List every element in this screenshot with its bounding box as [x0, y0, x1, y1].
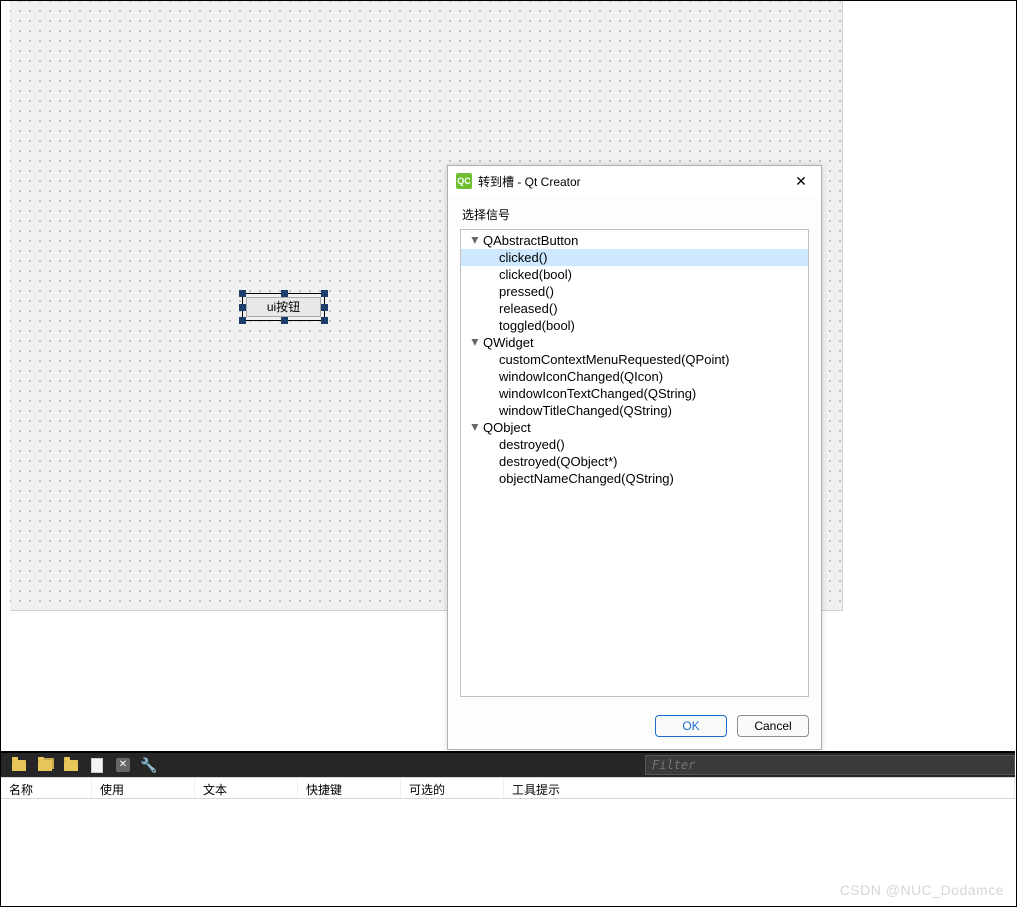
- go-to-slot-dialog: QC 转到槽 - Qt Creator ✕ 选择信号 ▶QAbstractBut…: [447, 165, 822, 750]
- wrench-icon[interactable]: 🔧: [141, 757, 157, 773]
- tree-signal[interactable]: windowTitleChanged(QString): [461, 402, 808, 419]
- tree-signal[interactable]: windowIconTextChanged(QString): [461, 385, 808, 402]
- tree-signal[interactable]: windowIconChanged(QIcon): [461, 368, 808, 385]
- tree-class-label: QAbstractButton: [483, 233, 578, 248]
- tree-class-label: QObject: [483, 420, 531, 435]
- column-header-cell[interactable]: 快捷键: [298, 778, 401, 798]
- select-signal-label: 选择信号: [462, 206, 809, 223]
- dialog-title: 转到槽 - Qt Creator: [478, 173, 787, 190]
- cancel-button[interactable]: Cancel: [737, 715, 809, 737]
- document-icon[interactable]: [89, 757, 105, 773]
- chevron-down-icon: ▶: [470, 235, 481, 247]
- folder-icon[interactable]: [63, 757, 79, 773]
- filter-field[interactable]: [645, 755, 1015, 775]
- tree-signal[interactable]: objectNameChanged(QString): [461, 470, 808, 487]
- tree-class[interactable]: ▶QObject: [461, 419, 808, 436]
- action-columns: 名称使用文本快捷键可选的工具提示: [1, 777, 1015, 799]
- filter-input[interactable]: [650, 757, 1010, 773]
- column-header-cell[interactable]: 可选的: [401, 778, 504, 798]
- column-header-cell[interactable]: 使用: [92, 778, 195, 798]
- tree-signal[interactable]: released(): [461, 300, 808, 317]
- tree-class[interactable]: ▶QAbstractButton: [461, 232, 808, 249]
- column-header-cell[interactable]: 名称: [1, 778, 92, 798]
- ok-button[interactable]: OK: [655, 715, 727, 737]
- new-folder-icon[interactable]: [11, 757, 27, 773]
- delete-icon[interactable]: ✕: [115, 757, 131, 773]
- qtcreator-icon: QC: [456, 173, 472, 189]
- tree-class-label: QWidget: [483, 335, 534, 350]
- watermark: CSDN @NUC_Dodamce: [840, 882, 1004, 898]
- tree-signal[interactable]: toggled(bool): [461, 317, 808, 334]
- tree-signal[interactable]: clicked(): [461, 249, 808, 266]
- tree-class[interactable]: ▶QWidget: [461, 334, 808, 351]
- open-folder-icon[interactable]: [37, 757, 53, 773]
- tree-signal[interactable]: destroyed(): [461, 436, 808, 453]
- tree-signal[interactable]: pressed(): [461, 283, 808, 300]
- action-toolbar: ✕ 🔧: [1, 751, 1015, 777]
- chevron-down-icon: ▶: [470, 337, 481, 349]
- signal-tree[interactable]: ▶QAbstractButtonclicked()clicked(bool)pr…: [460, 229, 809, 697]
- chevron-down-icon: ▶: [470, 422, 481, 434]
- tree-signal[interactable]: destroyed(QObject*): [461, 453, 808, 470]
- tree-signal[interactable]: clicked(bool): [461, 266, 808, 283]
- close-icon[interactable]: ✕: [787, 170, 815, 192]
- column-header-cell[interactable]: 工具提示: [504, 778, 1015, 798]
- form-button[interactable]: ui按钮: [246, 297, 321, 317]
- tree-signal[interactable]: customContextMenuRequested(QPoint): [461, 351, 808, 368]
- column-header-cell[interactable]: 文本: [195, 778, 298, 798]
